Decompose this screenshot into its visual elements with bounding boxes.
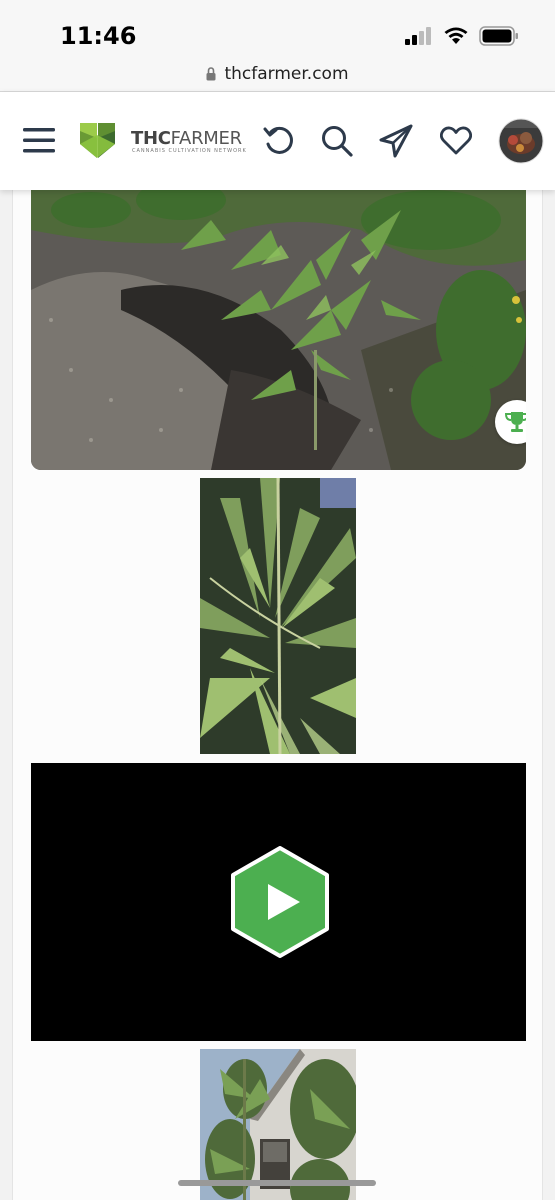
logo-text-bold: THC bbox=[131, 128, 171, 149]
logo-text-light: FARMER bbox=[170, 128, 242, 149]
post-photo-house[interactable] bbox=[200, 1049, 356, 1200]
battery-icon bbox=[479, 26, 518, 46]
thc-farmer-logo-icon[interactable] bbox=[79, 122, 116, 160]
post-photo-leaves[interactable] bbox=[200, 478, 356, 754]
trophy-icon bbox=[504, 412, 526, 432]
garden-photo-image bbox=[31, 190, 526, 470]
logo-subtitle: CANNABIS CULTIVATION NETWORK bbox=[132, 148, 247, 154]
status-time: 11:46 bbox=[60, 22, 137, 50]
heart-icon[interactable] bbox=[440, 126, 472, 156]
signal-icon bbox=[405, 27, 431, 45]
lock-icon bbox=[206, 66, 216, 80]
search-icon[interactable] bbox=[320, 124, 354, 158]
status-bar: 11:46 bbox=[0, 0, 555, 56]
site-header: THCFARMER CANNABIS CULTIVATION NETWORK bbox=[0, 92, 555, 190]
post-photo-garden[interactable] bbox=[31, 190, 526, 470]
post-content bbox=[12, 190, 543, 1200]
refresh-icon[interactable] bbox=[262, 124, 296, 158]
logo-text[interactable]: THCFARMER bbox=[131, 128, 242, 149]
post-video[interactable] bbox=[31, 763, 526, 1041]
house-photo-image bbox=[200, 1049, 356, 1200]
play-button[interactable] bbox=[230, 846, 330, 958]
leaves-photo-image bbox=[200, 478, 356, 754]
user-avatar[interactable] bbox=[498, 118, 544, 164]
status-icons bbox=[405, 26, 519, 46]
send-icon[interactable] bbox=[378, 123, 414, 159]
url-text: thcfarmer.com bbox=[224, 63, 349, 84]
hamburger-menu-icon[interactable] bbox=[23, 127, 55, 153]
home-indicator[interactable] bbox=[178, 1180, 376, 1186]
wifi-icon bbox=[444, 27, 468, 44]
url-bar[interactable]: thcfarmer.com bbox=[0, 56, 555, 92]
